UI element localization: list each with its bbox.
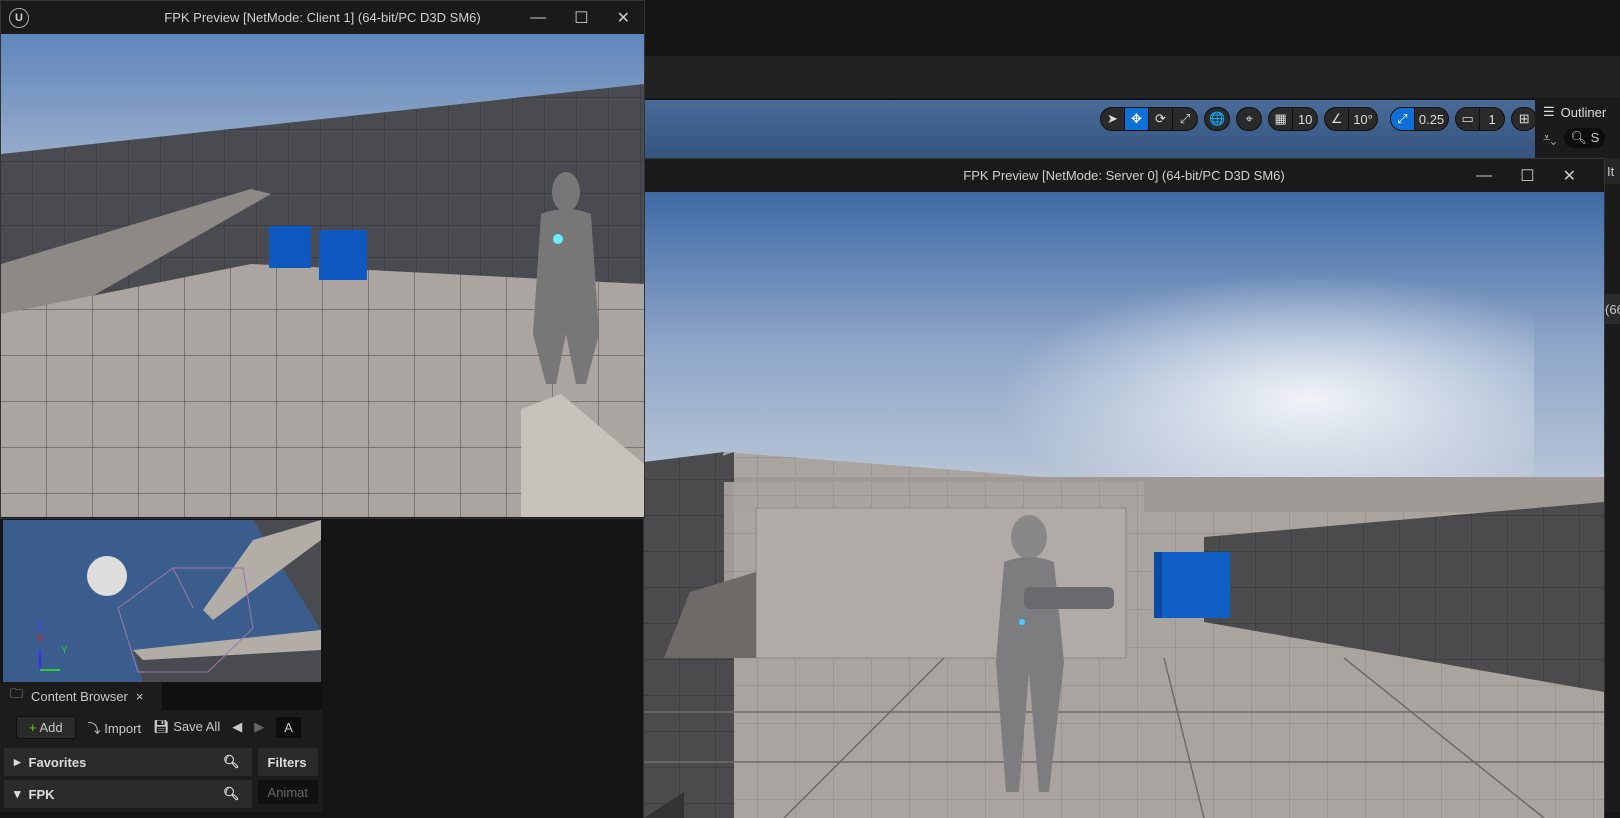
maximize-button[interactable]: ☐ (1520, 166, 1534, 186)
world-space-icon[interactable]: 🌐 (1205, 108, 1229, 130)
camera-speed-value[interactable]: 1 (1480, 108, 1504, 130)
forward-icon[interactable]: ▶ (254, 719, 264, 735)
scale-snap-value[interactable]: 0.25 (1415, 108, 1448, 130)
grid-snap-value[interactable]: 10 (1293, 108, 1317, 130)
add-label: Add (39, 719, 63, 735)
axis-x: X (37, 633, 44, 644)
server-preview-window: FPK Preview [NetMode: Server 0] (64-bit/… (643, 158, 1605, 818)
import-label: Import (104, 720, 142, 736)
server-window-title: FPK Preview [NetMode: Server 0] (64-bit/… (963, 168, 1285, 183)
client-viewport[interactable] (1, 34, 644, 517)
client-preview-window: U FPK Preview [NetMode: Client 1] (64-bi… (0, 0, 645, 519)
favorites-section[interactable]: ▸ Favorites 🔍︎ (4, 748, 252, 776)
path-field[interactable]: A (276, 716, 301, 738)
minimize-button[interactable]: — (530, 9, 546, 27)
layout-icon[interactable]: ⊞ (1512, 108, 1536, 130)
rotate-tool-icon[interactable]: ⟳ (1149, 108, 1173, 130)
filters-header[interactable]: Filters (257, 748, 318, 776)
level-viewport[interactable]: Z X Y (3, 520, 321, 682)
axis-z: Z (37, 622, 44, 633)
camera-speed-icon[interactable]: ▭ (1456, 108, 1481, 130)
angle-snap-value[interactable]: 10° (1349, 108, 1377, 130)
grid-snap-icon[interactable]: ▦ (1269, 108, 1294, 130)
favorites-label: Favorites (28, 754, 87, 770)
client-scene (1, 84, 644, 517)
surface-snap-icon[interactable]: ⌖ (1237, 108, 1261, 130)
save-all-button[interactable]: 💾︎ Save All (153, 719, 220, 735)
client-window-title: FPK Preview [NetMode: Client 1] (64-bit/… (164, 10, 481, 25)
search-icon: 🔍︎ (223, 786, 240, 801)
import-button[interactable]: ⤵ Import (88, 718, 141, 737)
back-icon[interactable]: ◀ (232, 719, 242, 735)
server-scene (644, 452, 1604, 818)
outliner-column-header[interactable]: It (1603, 158, 1620, 184)
scale-tool-icon[interactable]: ⤢ (1173, 108, 1197, 130)
angle-snap-icon[interactable]: ∠ (1325, 108, 1350, 130)
select-tool-icon[interactable]: ➤ (1101, 108, 1125, 130)
plus-icon: + (29, 719, 37, 735)
search-placeholder: S (1590, 130, 1600, 145)
maximize-button[interactable]: ☐ (574, 8, 588, 28)
close-button[interactable]: ✕ (1563, 166, 1576, 186)
minimize-button[interactable]: — (1476, 167, 1492, 185)
close-tab-button[interactable]: × (136, 689, 144, 704)
folder-search-icon: 🗀 (10, 686, 24, 701)
server-title-bar[interactable]: FPK Preview [NetMode: Server 0] (64-bit/… (644, 159, 1604, 192)
search-icon: 🔍︎ (223, 754, 240, 769)
filter-search[interactable]: Animat (257, 780, 318, 804)
unreal-logo-icon: U (9, 8, 29, 28)
outliner-search[interactable]: 🔍︎ S (1564, 128, 1606, 148)
translate-tool-icon[interactable]: ✥ (1125, 108, 1149, 130)
save-all-label: Save All (173, 719, 221, 734)
viewport-toolbar: ➤ ✥ ⟳ ⤢ 🌐 ⌖ ▦ 10 ∠ 10° ⤢ 0.25 ▭ 1 ⊞ (1100, 107, 1538, 131)
tab-label: Content Browser (31, 688, 128, 704)
axis-y: Y (61, 645, 68, 656)
add-button[interactable]: + Add (16, 715, 76, 739)
tab-content-browser[interactable]: 🗀 Content Browser × (0, 682, 162, 710)
client-title-bar[interactable]: U FPK Preview [NetMode: Client 1] (64-bi… (1, 1, 644, 34)
fpk-section[interactable]: ▾ FPK 🔍︎ (4, 780, 252, 808)
scale-snap-icon[interactable]: ⤢ (1390, 108, 1415, 130)
server-viewport[interactable] (644, 192, 1604, 818)
content-browser: 🗀 Content Browser × + Add ⤵ Import 💾︎ Save… (0, 682, 322, 812)
outliner-title: Outliner (1560, 104, 1607, 120)
close-button[interactable]: ✕ (617, 8, 630, 28)
filter-icon[interactable]: ⩡⌄ (1543, 130, 1556, 146)
outliner-row[interactable]: (66 (1603, 294, 1620, 324)
outliner-icon: ☰ (1543, 104, 1555, 119)
light-icon (87, 556, 127, 596)
fpk-label: FPK (28, 786, 55, 802)
